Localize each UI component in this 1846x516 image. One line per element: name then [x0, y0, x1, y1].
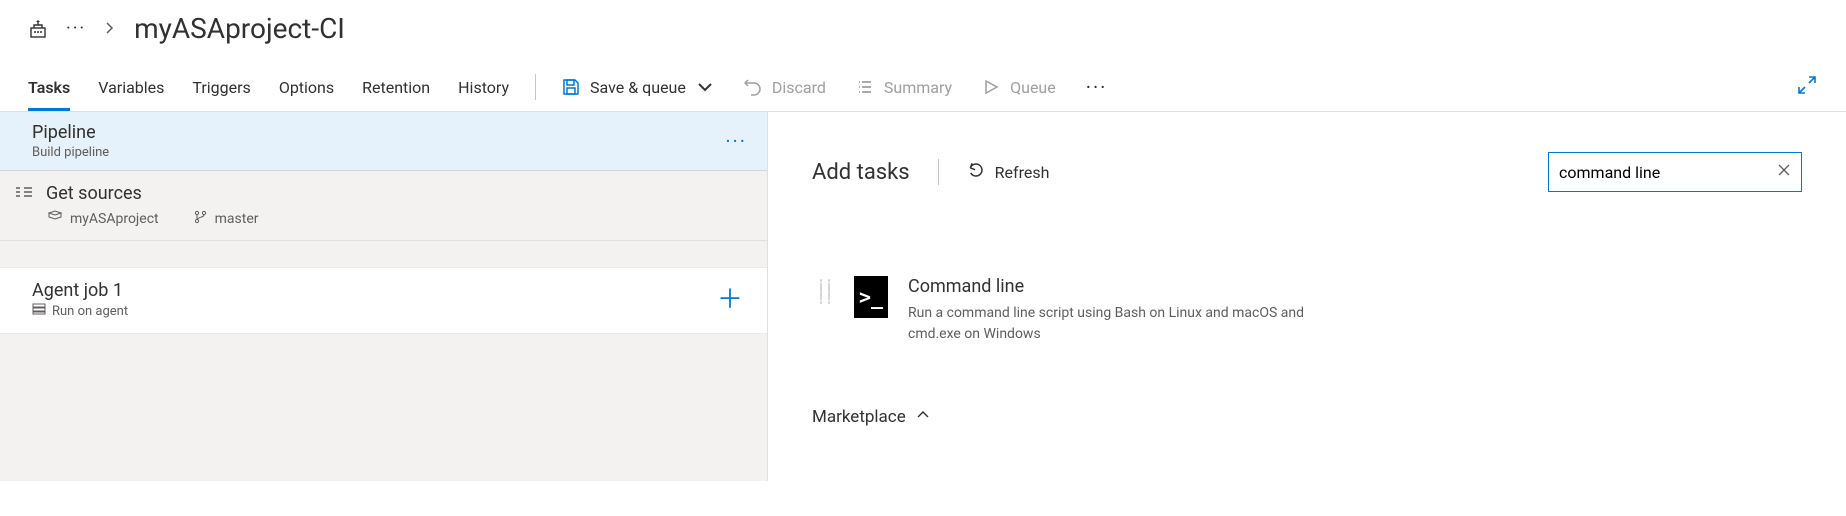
agent-job-title: Agent job 1	[32, 280, 128, 301]
more-actions-button[interactable]: ···	[1086, 75, 1108, 99]
save-queue-button[interactable]: Save & queue	[562, 78, 714, 97]
queue-button-disabled[interactable]: Queue	[982, 78, 1056, 97]
marketplace-label: Marketplace	[812, 407, 906, 427]
page-title: myASAproject-CI	[134, 12, 345, 45]
agent-job-subtitle-text: Run on agent	[52, 304, 128, 319]
clear-search-button[interactable]	[1777, 163, 1791, 181]
source-branch: master	[193, 210, 259, 228]
agent-job-text: Agent job 1 Run on agent	[32, 280, 128, 319]
source-repo-name: myASAproject	[70, 211, 159, 227]
marketplace-section[interactable]: Marketplace	[812, 407, 1802, 427]
pipeline-more-button[interactable]: ···	[725, 129, 747, 153]
list-icon	[856, 78, 874, 96]
discard-label: Discard	[772, 78, 826, 97]
refresh-label: Refresh	[995, 163, 1050, 182]
pipeline-title: Pipeline	[32, 122, 109, 143]
project-icon	[28, 19, 48, 39]
right-pane: Add tasks Refresh ┆┆┆┆┆┆ >_ Command line…	[768, 112, 1846, 481]
queue-label: Queue	[1010, 78, 1056, 97]
get-sources-title: Get sources	[46, 183, 142, 204]
chevron-right-icon	[104, 18, 116, 39]
pipeline-subtitle: Build pipeline	[32, 145, 109, 160]
tab-options[interactable]: Options	[279, 63, 334, 111]
tab-tasks[interactable]: Tasks	[28, 63, 70, 111]
drag-handle-icon[interactable]: ┆┆┆┆┆┆	[818, 276, 834, 303]
task-search-box[interactable]	[1548, 152, 1802, 192]
add-tasks-heading: Add tasks	[812, 160, 910, 185]
summary-button[interactable]: Summary	[856, 78, 952, 97]
task-result-command-line[interactable]: ┆┆┆┆┆┆ >_ Command line Run a command lin…	[818, 276, 1338, 345]
tab-retention[interactable]: Retention	[362, 63, 430, 111]
get-sources-row[interactable]: Get sources myASAproject master	[0, 171, 767, 241]
pipeline-text: Pipeline Build pipeline	[32, 122, 109, 160]
main: Pipeline Build pipeline ··· Get sources …	[0, 111, 1846, 481]
fullscreen-button[interactable]	[1796, 74, 1818, 100]
pipeline-row[interactable]: Pipeline Build pipeline ···	[0, 112, 767, 171]
save-queue-label: Save & queue	[590, 78, 686, 97]
breadcrumb-more[interactable]: ···	[66, 18, 86, 39]
play-icon	[982, 78, 1000, 96]
chevron-up-icon	[916, 407, 930, 427]
sources-icon	[14, 185, 34, 203]
left-pane: Pipeline Build pipeline ··· Get sources …	[0, 112, 768, 481]
tabbar: Tasks Variables Triggers Options Retenti…	[0, 63, 1846, 111]
agent-job-subtitle: Run on agent	[32, 303, 128, 319]
toolbar: Save & queue Discard Summary Queue ···	[562, 75, 1107, 99]
add-tasks-header: Add tasks Refresh	[812, 152, 1802, 192]
task-result-text: Command line Run a command line script u…	[908, 276, 1338, 345]
tab-triggers[interactable]: Triggers	[192, 63, 250, 111]
task-search-input[interactable]	[1559, 163, 1777, 182]
undo-icon	[744, 78, 762, 96]
refresh-button[interactable]: Refresh	[967, 161, 1050, 183]
separator	[938, 159, 939, 185]
discard-button[interactable]: Discard	[744, 78, 826, 97]
server-icon	[32, 303, 46, 319]
refresh-icon	[967, 161, 985, 183]
separator	[535, 74, 536, 100]
task-result-desc: Run a command line script using Bash on …	[908, 303, 1338, 345]
summary-label: Summary	[884, 78, 952, 97]
save-icon	[562, 78, 580, 96]
tab-history[interactable]: History	[458, 63, 509, 111]
task-result-name: Command line	[908, 276, 1338, 297]
header: ··· myASAproject-CI	[0, 0, 1846, 63]
add-task-button[interactable]: ＋	[717, 287, 743, 313]
tab-variables[interactable]: Variables	[98, 63, 164, 111]
source-branch-name: master	[215, 211, 259, 227]
tabs: Tasks Variables Triggers Options Retenti…	[28, 63, 509, 111]
branch-icon	[193, 210, 207, 228]
source-repo: myASAproject	[48, 210, 159, 228]
agent-job-row[interactable]: Agent job 1 Run on agent ＋	[0, 267, 767, 334]
repo-icon	[48, 210, 62, 228]
chevron-down-icon	[696, 78, 714, 96]
terminal-icon: >_	[854, 276, 888, 318]
